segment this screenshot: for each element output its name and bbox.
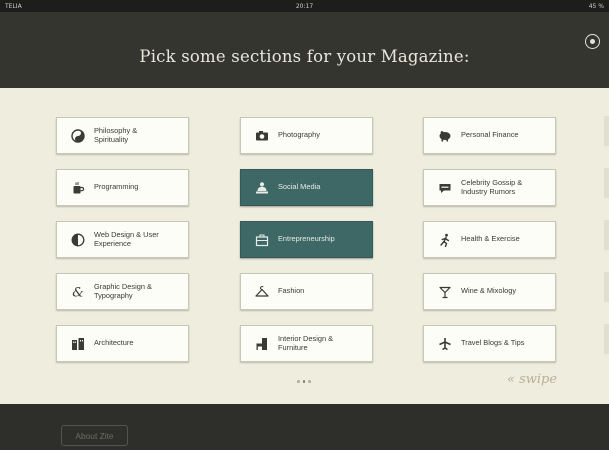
- next-page-edge: [604, 116, 609, 146]
- next-page-edge: [604, 168, 609, 198]
- people-icon: [255, 181, 269, 195]
- section-label: Entrepreneurship: [278, 234, 335, 244]
- runner-icon: [438, 233, 452, 247]
- section-label: Photography: [278, 130, 320, 140]
- section-tile[interactable]: Travel Blogs & Tips: [423, 325, 556, 362]
- section-label: Personal Finance: [461, 130, 519, 140]
- svg-text:&: &: [72, 285, 84, 299]
- header: Pick some sections for your Magazine:: [0, 12, 609, 88]
- section-label: Travel Blogs & Tips: [461, 338, 525, 348]
- page-title: Pick some sections for your Magazine:: [139, 47, 470, 66]
- speech-bubble-icon: [438, 181, 452, 195]
- section-tile[interactable]: Entrepreneurship: [240, 221, 373, 258]
- footer: About Zite: [0, 404, 609, 450]
- page-dot: [302, 380, 305, 383]
- page-dot: [308, 380, 311, 383]
- airplane-icon: [438, 337, 452, 351]
- close-button[interactable]: [585, 34, 600, 49]
- building-icon: [71, 337, 85, 351]
- section-tile[interactable]: & Graphic Design & Typography: [56, 273, 189, 310]
- section-tile[interactable]: Photography: [240, 117, 373, 154]
- section-tile[interactable]: Health & Exercise: [423, 221, 556, 258]
- ampersand-icon: &: [71, 285, 85, 299]
- carrier-label: TELIA: [5, 2, 22, 10]
- section-label: Celebrity Gossip & Industry Rumors: [461, 177, 523, 196]
- section-label: Interior Design & Furniture: [278, 333, 334, 352]
- section-tile[interactable]: Web Design & User Experience: [56, 221, 189, 258]
- section-label: Programming: [94, 182, 139, 192]
- section-tile[interactable]: Fashion: [240, 273, 373, 310]
- section-tile[interactable]: Celebrity Gossip & Industry Rumors: [423, 169, 556, 206]
- section-label: Philosophy & Spirituality: [94, 125, 138, 144]
- coffee-mug-icon: [71, 181, 85, 195]
- section-label: Wine & Mixology: [461, 286, 517, 296]
- section-tile[interactable]: Architecture: [56, 325, 189, 362]
- status-bar: TELIA 20:17 45 %: [0, 0, 609, 12]
- section-label: Fashion: [278, 286, 305, 296]
- section-tile[interactable]: Wine & Mixology: [423, 273, 556, 310]
- half-moon-icon: [71, 233, 85, 247]
- section-tile[interactable]: Interior Design & Furniture: [240, 325, 373, 362]
- battery-label: 45 %: [588, 2, 604, 10]
- section-tile[interactable]: Social Media: [240, 169, 373, 206]
- page-indicator: [297, 380, 311, 383]
- section-label: Social Media: [278, 182, 321, 192]
- piggy-bank-icon: [438, 129, 452, 143]
- section-label: Graphic Design & Typography: [94, 281, 152, 300]
- close-icon: [590, 39, 595, 44]
- section-tile[interactable]: Philosophy & Spirituality: [56, 117, 189, 154]
- cocktail-glass-icon: [438, 285, 452, 299]
- section-tile[interactable]: Personal Finance: [423, 117, 556, 154]
- next-page-edge: [604, 324, 609, 354]
- section-label: Health & Exercise: [461, 234, 520, 244]
- swipe-hint: « swipe: [507, 372, 558, 387]
- page-dot: [297, 380, 300, 383]
- yin-yang-icon: [71, 128, 85, 143]
- briefcase-icon: [255, 233, 269, 247]
- clock: 20:17: [295, 2, 314, 10]
- chair-icon: [255, 337, 269, 351]
- about-button[interactable]: About Zite: [61, 425, 128, 446]
- section-tile[interactable]: Programming: [56, 169, 189, 206]
- section-label: Web Design & User Experience: [94, 229, 159, 248]
- camera-icon: [255, 129, 269, 143]
- section-label: Architecture: [94, 338, 134, 348]
- next-page-edge: [604, 220, 609, 250]
- hanger-icon: [255, 285, 269, 299]
- next-page-edge: [604, 272, 609, 302]
